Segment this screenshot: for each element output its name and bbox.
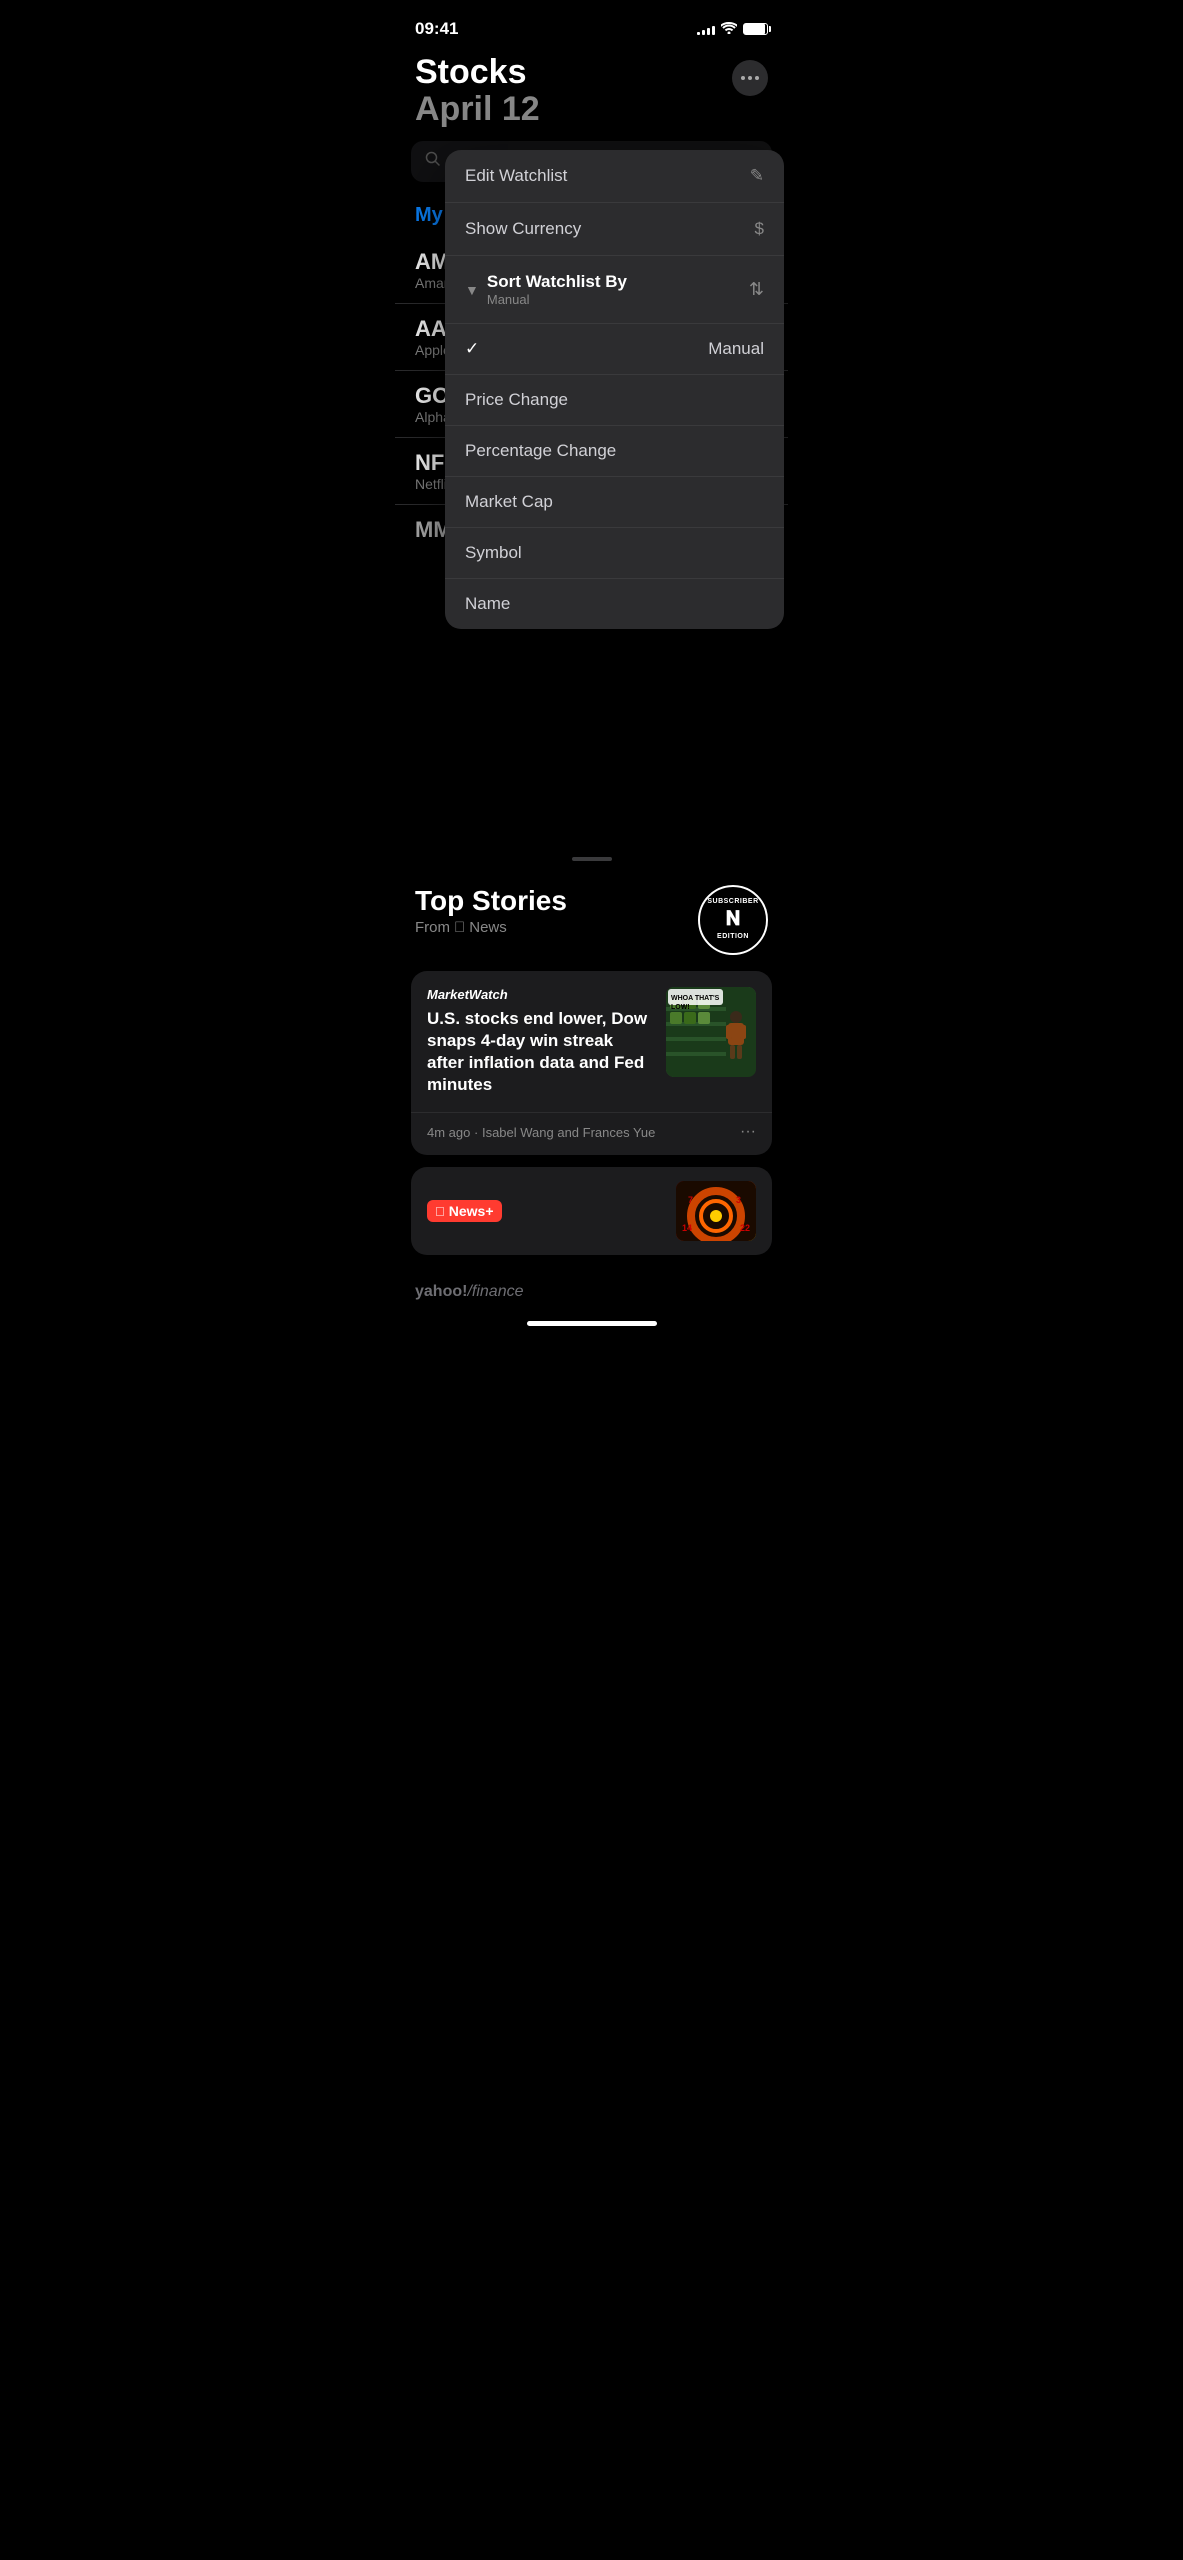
sort-title: Sort Watchlist By <box>487 272 627 292</box>
news-plus-label: News+ <box>449 1203 494 1219</box>
sort-arrows-icon: ⇅ <box>749 279 764 300</box>
yahoo-logo: yahoo! <box>415 1283 467 1301</box>
sort-option-label-market-cap: Market Cap <box>465 492 553 512</box>
news-thumbnail-image: WHOA THAT'S LOW! <box>666 987 756 1077</box>
sort-label-group: Sort Watchlist By Manual <box>487 272 627 307</box>
app-title: Stocks <box>415 54 540 91</box>
header-title-group: Stocks April 12 <box>415 54 540 129</box>
sort-option-percentage-change[interactable]: Percentage Change <box>445 426 784 477</box>
news-source-text: News <box>469 919 507 936</box>
top-stories-title: Top Stories <box>415 885 567 917</box>
top-stories-from: From  News <box>415 919 567 936</box>
apple-logo-icon:  <box>454 919 465 936</box>
sort-option-label-symbol: Symbol <box>465 543 522 563</box>
checkmark-icon: ✓ <box>465 339 479 359</box>
wifi-icon <box>721 21 737 37</box>
news-card-footer: 4m ago · Isabel Wang and Frances Yue ··· <box>411 1112 772 1155</box>
sort-option-manual[interactable]: ✓ Manual <box>445 324 784 375</box>
header-date: April 12 <box>415 91 540 128</box>
subscriber-text-top: SUBSCRIBER <box>707 898 758 906</box>
news-time-ago: 4m ago <box>427 1125 470 1140</box>
currency-icon: $ <box>755 219 764 239</box>
edit-watchlist-item[interactable]: Edit Watchlist ✎ <box>445 150 784 203</box>
svg-text:14: 14 <box>682 1223 692 1233</box>
news-meta: 4m ago · Isabel Wang and Frances Yue <box>427 1125 655 1140</box>
chevron-down-icon: ▼ <box>465 282 479 298</box>
more-options-button[interactable] <box>732 60 768 96</box>
apple-news-icon:  <box>435 1204 445 1219</box>
home-indicator <box>395 1313 788 1346</box>
status-icons <box>697 21 768 37</box>
svg-text:LOW!: LOW! <box>671 1004 690 1011</box>
sort-header-left: ▼ Sort Watchlist By Manual <box>465 272 627 307</box>
yahoo-finance-footer: yahoo! /finance <box>395 1267 788 1309</box>
sort-subtitle: Manual <box>487 292 627 307</box>
svg-text:7: 7 <box>688 1195 693 1205</box>
news-card-text: MarketWatch U.S. stocks end lower, Dow s… <box>427 987 654 1096</box>
top-stories-section: Top Stories From  News SUBSCRIBER 𝐍 EDI… <box>395 845 788 1313</box>
subscriber-text-bottom: EDITION <box>717 933 749 941</box>
status-time: 09:41 <box>415 19 458 39</box>
yahoo-finance-text: /finance <box>467 1283 523 1301</box>
drag-handle <box>572 857 612 861</box>
dropdown-menu: Edit Watchlist ✎ Show Currency $ ▼ Sort … <box>445 150 784 629</box>
sort-watchlist-header[interactable]: ▼ Sort Watchlist By Manual ⇅ <box>445 256 784 324</box>
sort-option-market-cap[interactable]: Market Cap <box>445 477 784 528</box>
news-authors: Isabel Wang and Frances Yue <box>482 1125 655 1140</box>
sort-option-label-name: Name <box>465 594 510 614</box>
home-bar <box>527 1321 657 1326</box>
sort-option-symbol[interactable]: Symbol <box>445 528 784 579</box>
sort-option-name[interactable]: Name <box>445 579 784 629</box>
svg-text:22: 22 <box>740 1223 750 1233</box>
sort-option-label-pct-change: Percentage Change <box>465 441 616 461</box>
news-plus-badge:  News+ <box>427 1200 502 1222</box>
battery-icon <box>743 23 768 35</box>
svg-text:3: 3 <box>736 1195 741 1205</box>
news-headline: U.S. stocks end lower, Dow snaps 4-day w… <box>427 1008 654 1096</box>
sort-option-price-change[interactable]: Price Change <box>445 375 784 426</box>
three-dots-icon <box>741 76 759 80</box>
news-plus-card[interactable]:  News+ 7 3 22 14 <box>411 1167 772 1255</box>
status-bar: 09:41 <box>395 0 788 50</box>
news-plus-thumbnail: 7 3 22 14 <box>676 1181 756 1241</box>
news-card-1[interactable]: MarketWatch U.S. stocks end lower, Dow s… <box>411 971 772 1155</box>
show-currency-label: Show Currency <box>465 219 581 239</box>
header: Stocks April 12 <box>395 50 788 141</box>
news-source-label: MarketWatch <box>427 987 654 1002</box>
news-n-icon: 𝐍 <box>725 908 740 931</box>
signal-icon <box>697 23 715 35</box>
show-currency-item[interactable]: Show Currency $ <box>445 203 784 256</box>
news-card-content: MarketWatch U.S. stocks end lower, Dow s… <box>411 971 772 1112</box>
sort-option-label-price-change: Price Change <box>465 390 568 410</box>
news-thumbnail: WHOA THAT'S LOW! <box>666 987 756 1077</box>
news-more-button[interactable]: ··· <box>740 1123 756 1141</box>
sort-option-label-manual: Manual <box>708 339 764 359</box>
edit-watchlist-label: Edit Watchlist <box>465 166 567 186</box>
subscriber-edition-badge: SUBSCRIBER 𝐍 EDITION <box>698 885 768 955</box>
top-stories-left: Top Stories From  News <box>415 885 567 936</box>
from-text: From <box>415 919 450 936</box>
edit-icon: ✎ <box>750 166 764 186</box>
svg-text:WHOA THAT'S: WHOA THAT'S <box>671 995 720 1002</box>
search-icon <box>425 151 441 172</box>
top-stories-header: Top Stories From  News SUBSCRIBER 𝐍 EDI… <box>395 877 788 971</box>
